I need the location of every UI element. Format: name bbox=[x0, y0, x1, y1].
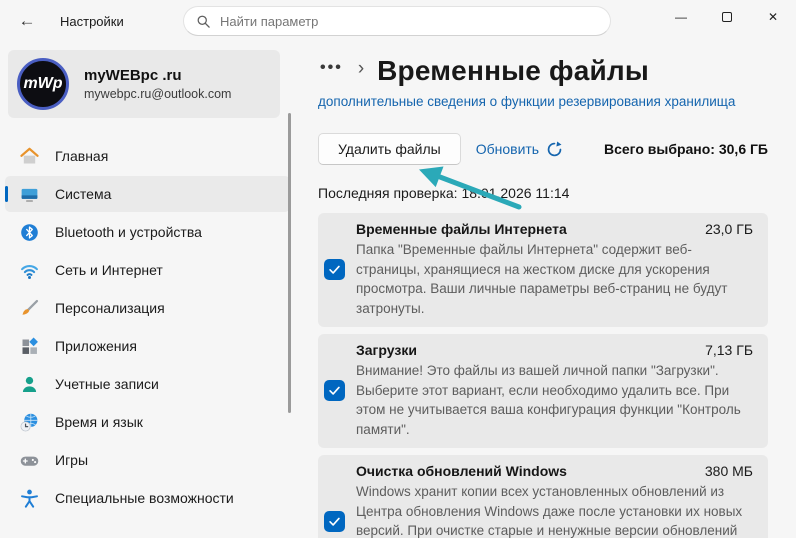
sidebar-item-label: Игры bbox=[55, 452, 89, 468]
sidebar-item-home[interactable]: Главная bbox=[5, 138, 290, 174]
sidebar-item-apps[interactable]: Приложения bbox=[5, 328, 290, 364]
sidebar-item-label: Приложения bbox=[55, 338, 137, 354]
item-description: Внимание! Это файлы из вашей личной папк… bbox=[356, 363, 741, 437]
minimize-button[interactable]: — bbox=[658, 0, 704, 34]
profile-email: mywebpc.ru@outlook.com bbox=[84, 87, 232, 101]
sidebar-item-accounts[interactable]: Учетные записи bbox=[5, 366, 290, 402]
checkbox-downloads[interactable] bbox=[324, 380, 345, 401]
breadcrumb: ••• › Временные файлы bbox=[318, 55, 768, 87]
list-item-internet-temp-files: Временные файлы Интернета 23,0 ГБ Папка … bbox=[318, 213, 768, 327]
settings-window: { "titlebar": { "app_title": "Настройки"… bbox=[0, 0, 796, 538]
item-title: Временные файлы Интернета bbox=[356, 221, 567, 237]
time-language-icon bbox=[20, 413, 38, 431]
item-size: 7,13 ГБ bbox=[705, 342, 753, 358]
search-icon bbox=[197, 15, 210, 28]
total-selected-label: Всего выбрано: 30,6 ГБ bbox=[603, 141, 768, 157]
close-icon: ✕ bbox=[767, 10, 779, 24]
sidebar-item-label: Главная bbox=[55, 148, 109, 164]
item-head: Временные файлы Интернета 23,0 ГБ bbox=[356, 221, 753, 237]
accessibility-icon bbox=[21, 489, 38, 508]
home-icon bbox=[20, 147, 39, 163]
sidebar-item-label: Система bbox=[55, 186, 112, 202]
sidebar-item-bluetooth[interactable]: Bluetooth и устройства bbox=[5, 214, 290, 250]
sidebar-item-accessibility[interactable]: Специальные возможности bbox=[5, 480, 290, 516]
app-title: Настройки bbox=[60, 13, 124, 29]
main-content: ••• › Временные файлы дополнительные све… bbox=[318, 42, 768, 538]
last-check-label: Последняя проверка: 18.01.2026 11:14 bbox=[318, 185, 570, 201]
window-controls: — ✕ bbox=[658, 0, 796, 34]
profile-card[interactable]: mWp myWEBpc .ru mywebpc.ru@outlook.com bbox=[8, 50, 280, 118]
item-size: 380 МБ bbox=[704, 463, 753, 479]
item-title: Загрузки bbox=[356, 342, 417, 358]
sidebar: mWp myWEBpc .ru mywebpc.ru@outlook.com Г… bbox=[0, 42, 300, 538]
item-head: Загрузки 7,13 ГБ bbox=[356, 342, 753, 358]
accounts-icon bbox=[22, 376, 37, 392]
minimize-icon: — bbox=[675, 10, 687, 24]
item-size: 23,0 ГБ bbox=[705, 221, 753, 237]
sidebar-item-gaming[interactable]: Игры bbox=[5, 442, 290, 478]
item-content: Очистка обновлений Windows 380 МБ Window… bbox=[356, 463, 753, 538]
sidebar-item-label: Специальные возможности bbox=[55, 490, 234, 506]
system-icon bbox=[21, 188, 38, 202]
list-item-downloads: Загрузки 7,13 ГБ Внимание! Это файлы из … bbox=[318, 334, 768, 448]
back-icon: ← bbox=[18, 11, 36, 30]
breadcrumb-ellipsis-button[interactable]: ••• bbox=[318, 58, 345, 84]
sidebar-item-label: Время и язык bbox=[55, 414, 143, 430]
item-head: Очистка обновлений Windows 380 МБ bbox=[356, 463, 753, 479]
sidebar-item-label: Персонализация bbox=[55, 300, 165, 316]
item-description: Папка "Временные файлы Интернета" содерж… bbox=[356, 242, 728, 316]
toolbar: Удалить файлы Обновить Всего выбрано: 30… bbox=[318, 133, 768, 165]
avatar: mWp bbox=[17, 58, 69, 110]
sidebar-item-label: Bluetooth и устройства bbox=[55, 224, 202, 240]
page-title: Временные файлы bbox=[377, 55, 650, 86]
search-box[interactable] bbox=[183, 6, 611, 36]
list-item-windows-update-cleanup: Очистка обновлений Windows 380 МБ Window… bbox=[318, 455, 768, 538]
apps-icon bbox=[22, 337, 38, 354]
gaming-icon bbox=[20, 456, 39, 466]
delete-files-button[interactable]: Удалить файлы bbox=[318, 133, 461, 165]
temp-files-list: Временные файлы Интернета 23,0 ГБ Папка … bbox=[318, 213, 768, 538]
check-icon bbox=[329, 386, 340, 395]
back-button[interactable]: ← bbox=[10, 6, 44, 36]
storage-reserve-link[interactable]: дополнительные сведения о функции резерв… bbox=[318, 94, 735, 109]
sidebar-nav: Главная Система Bluetooth и устройства С… bbox=[0, 138, 300, 516]
sidebar-item-time-language[interactable]: Время и язык bbox=[5, 404, 290, 440]
check-icon bbox=[329, 265, 340, 274]
item-description: Windows хранит копии всех установленных … bbox=[356, 484, 743, 538]
refresh-label: Обновить bbox=[475, 141, 540, 157]
maximize-button[interactable] bbox=[704, 0, 750, 34]
avatar-text: mWp bbox=[23, 75, 63, 92]
close-button[interactable]: ✕ bbox=[750, 0, 796, 34]
item-content: Временные файлы Интернета 23,0 ГБ Папка … bbox=[356, 221, 753, 318]
checkbox-windows-update-cleanup[interactable] bbox=[324, 510, 345, 532]
profile-info: myWEBpc .ru mywebpc.ru@outlook.com bbox=[84, 67, 231, 101]
checkbox-internet-temp-files[interactable] bbox=[324, 259, 345, 280]
sidebar-item-label: Учетные записи bbox=[55, 376, 159, 392]
search-input[interactable] bbox=[220, 13, 598, 29]
profile-name: myWEBpc .ru bbox=[84, 67, 182, 84]
refresh-link[interactable]: Обновить bbox=[476, 141, 563, 158]
personalization-icon bbox=[22, 299, 39, 315]
sidebar-item-personalization[interactable]: Персонализация bbox=[5, 290, 290, 326]
selected-indicator bbox=[5, 186, 8, 202]
titlebar: ← Настройки — ✕ bbox=[0, 0, 796, 42]
item-content: Загрузки 7,13 ГБ Внимание! Это файлы из … bbox=[356, 342, 753, 439]
sidebar-item-system[interactable]: Система bbox=[5, 176, 290, 212]
refresh-icon bbox=[547, 141, 562, 156]
check-icon bbox=[329, 517, 340, 526]
network-icon bbox=[21, 264, 38, 279]
breadcrumb-chevron-icon: › bbox=[357, 58, 365, 79]
bluetooth-icon bbox=[21, 223, 38, 241]
sidebar-item-label: Сеть и Интернет bbox=[55, 262, 163, 278]
sidebar-scrollbar[interactable] bbox=[288, 113, 291, 413]
sidebar-item-network[interactable]: Сеть и Интернет bbox=[5, 252, 290, 288]
item-title: Очистка обновлений Windows bbox=[356, 463, 567, 479]
maximize-icon bbox=[722, 12, 732, 22]
